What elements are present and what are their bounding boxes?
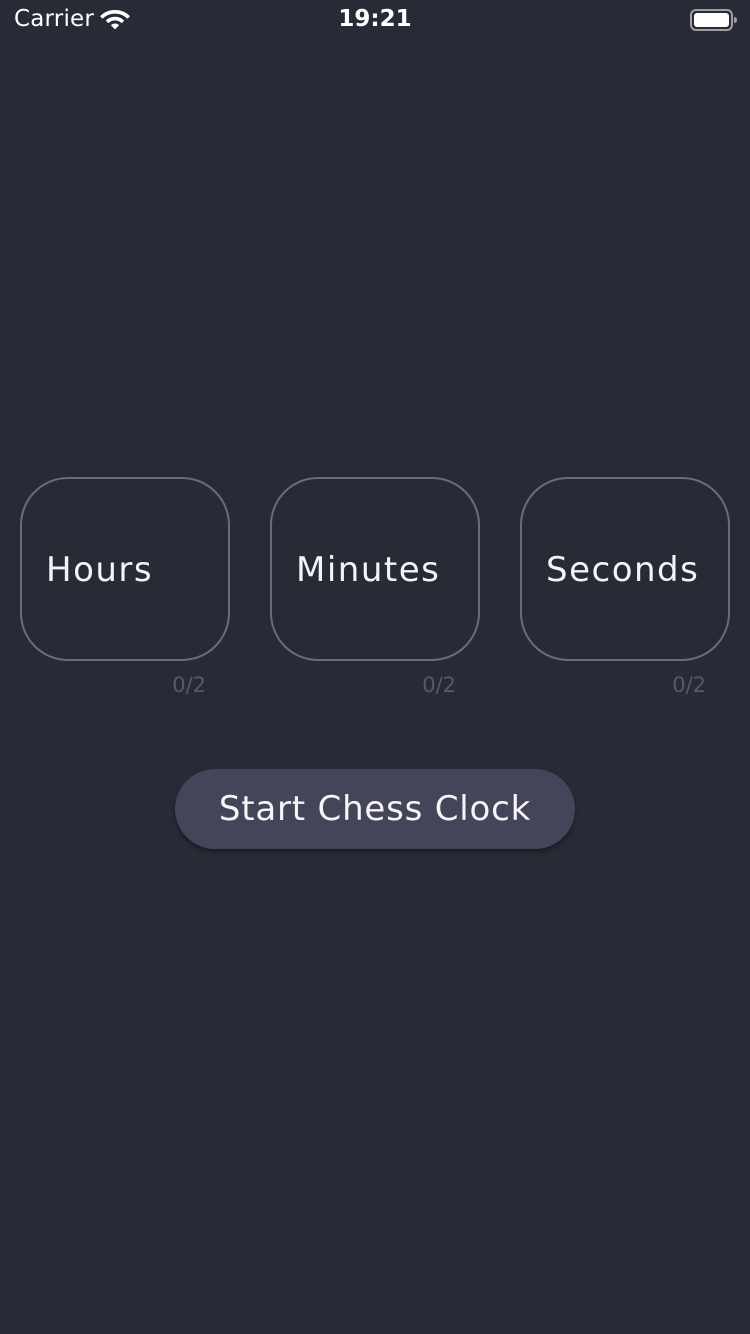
minutes-field-group: Minutes 0/2 <box>270 477 480 697</box>
start-button-label: Start Chess Clock <box>218 789 532 829</box>
minutes-counter: 0/2 <box>422 673 456 697</box>
seconds-label: Seconds <box>546 550 700 590</box>
status-time: 19:21 <box>338 6 412 32</box>
hours-input[interactable]: Hours <box>20 477 230 661</box>
seconds-input[interactable]: Seconds <box>520 477 730 661</box>
battery-icon <box>690 9 737 31</box>
status-bar: Carrier 19:21 <box>0 0 750 40</box>
hours-field-group: Hours 0/2 <box>20 477 230 697</box>
hours-counter: 0/2 <box>172 673 206 697</box>
seconds-field-group: Seconds 0/2 <box>520 477 730 697</box>
start-chess-clock-button[interactable]: Start Chess Clock <box>175 769 575 849</box>
minutes-input[interactable]: Minutes <box>270 477 480 661</box>
minutes-label: Minutes <box>296 550 441 590</box>
seconds-counter: 0/2 <box>672 673 706 697</box>
hours-label: Hours <box>46 550 154 590</box>
